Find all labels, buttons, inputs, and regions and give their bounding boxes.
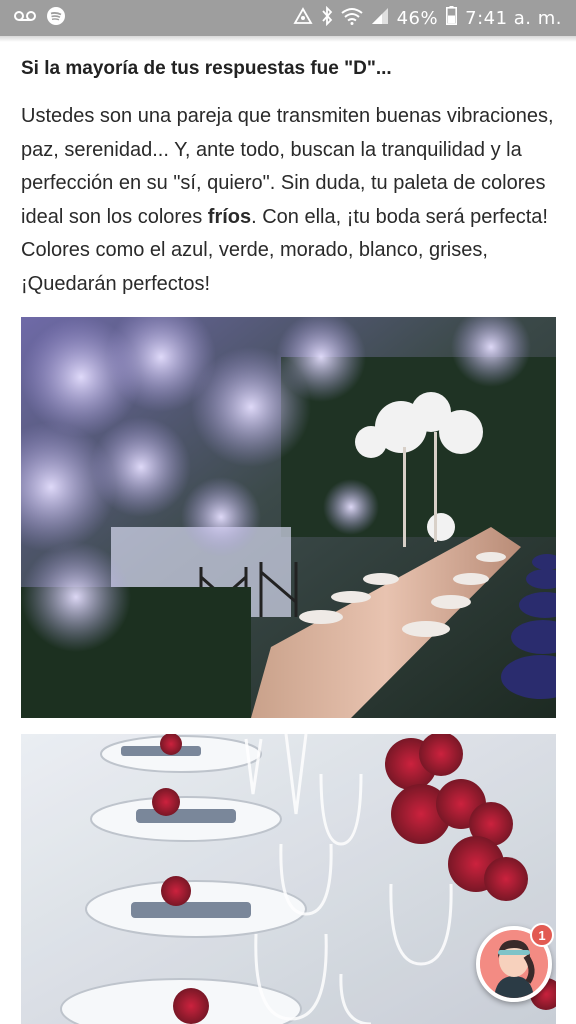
- header-divider: [0, 36, 576, 42]
- sync-icon: [293, 6, 313, 30]
- signal-icon: [371, 7, 389, 30]
- status-right-icons: 46% 7:41 a. m.: [293, 5, 562, 31]
- wedding-table-photo-purple: [21, 317, 556, 718]
- section-heading: Si la mayoría de tus respuestas fue "D".…: [21, 58, 392, 79]
- article-content: Si la mayoría de tus respuestas fue "D".…: [0, 36, 576, 1024]
- status-bar: 46% 7:41 a. m.: [0, 0, 576, 36]
- wifi-icon: [340, 7, 363, 30]
- paragraph-bold-word: fríos: [207, 205, 252, 228]
- spotify-icon: [46, 6, 66, 31]
- bluetooth-icon: [321, 5, 333, 31]
- voicemail-icon: [14, 8, 36, 28]
- status-left-icons: [14, 6, 66, 31]
- notification-badge: 1: [530, 923, 554, 947]
- battery-icon: [446, 6, 458, 30]
- wedding-table-photo-red-roses: [21, 734, 556, 1024]
- article-paragraph: Ustedes son una pareja que transmiten bu…: [21, 100, 559, 302]
- battery-percent: 46%: [396, 7, 439, 29]
- clock: 7:41 a. m.: [465, 7, 562, 29]
